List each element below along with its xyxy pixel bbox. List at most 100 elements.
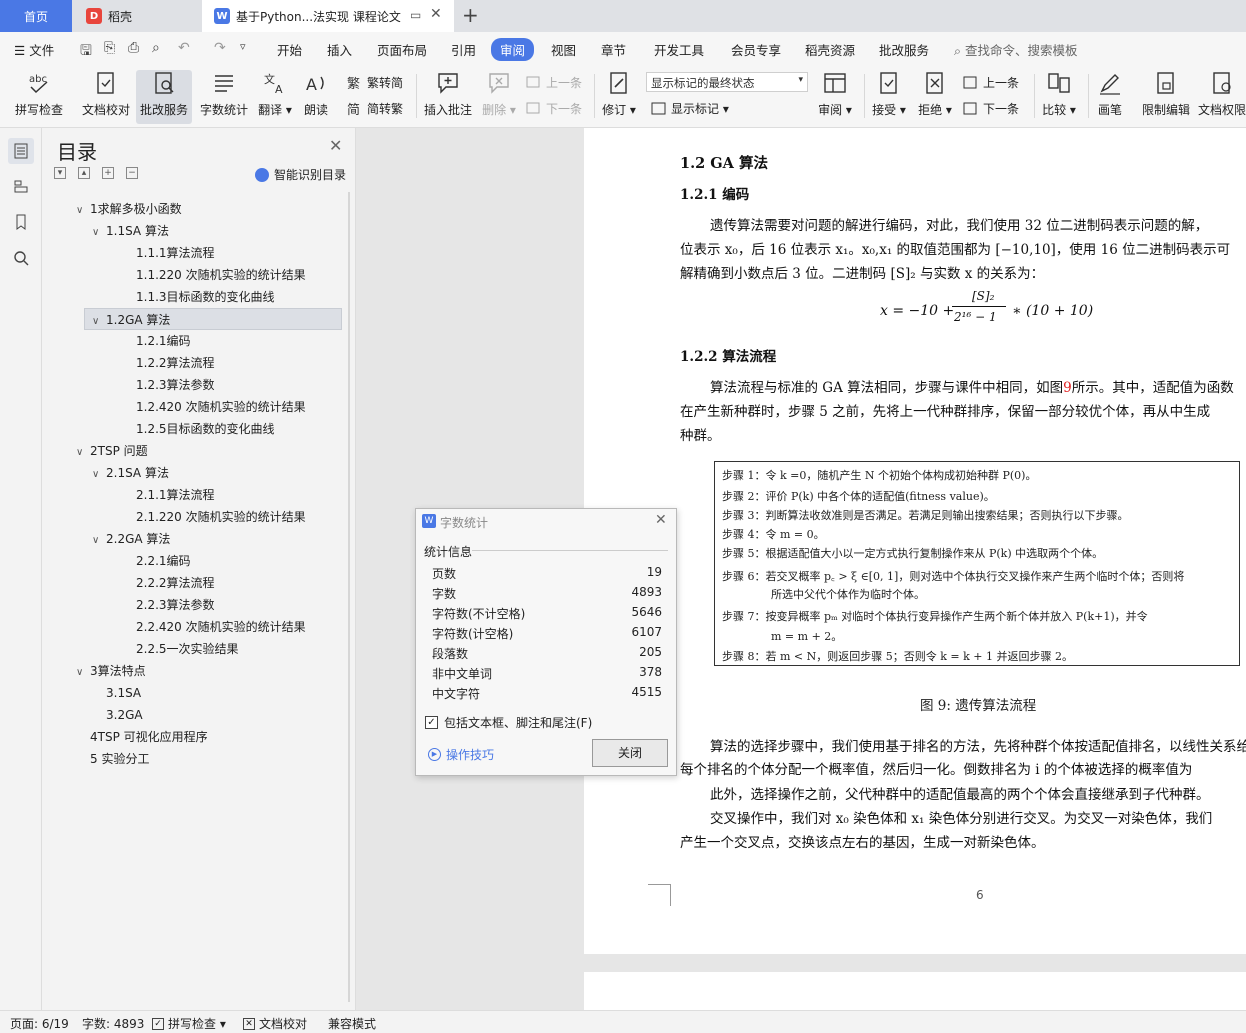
toc-item[interactable]: 1.2.5目标函数的变化曲线	[122, 418, 275, 440]
include-textbox-checkbox[interactable]: ✓ 包括文本框、脚注和尾注(F)	[425, 714, 592, 731]
menu-daoke-resources[interactable]: 稻壳资源	[805, 40, 855, 59]
tab-daoke[interactable]: D 稻壳	[72, 0, 200, 32]
toc-item[interactable]: 2.2.420 次随机实验的统计结果	[122, 616, 306, 638]
spellcheck-button[interactable]: abc 拼写检查	[10, 70, 68, 124]
expand-up-icon[interactable]: ▴	[78, 167, 90, 179]
prev-comment-button[interactable]: 上一条	[526, 74, 582, 91]
menu-page-layout[interactable]: 页面布局	[377, 40, 427, 59]
chevron-down-icon[interactable]: ∨	[92, 464, 106, 486]
tab-document[interactable]: W 基于Python...法实现 课程论文 ▭ ✕	[202, 0, 454, 32]
tab-close-icon[interactable]: ✕	[430, 6, 442, 22]
accept-button[interactable]: 接受 ▾	[870, 70, 908, 124]
tips-link[interactable]: ▶ 操作技巧	[428, 746, 494, 763]
undo-icon[interactable]: ↶	[178, 40, 190, 56]
compare-button[interactable]: 比较 ▾	[1040, 70, 1078, 124]
toc-item[interactable]: 1.1.1算法流程	[122, 242, 215, 264]
read-aloud-button[interactable]: A 朗读	[300, 70, 332, 124]
toc-item[interactable]: 5 实验分工	[76, 748, 149, 770]
restrict-edit-button[interactable]: 限制编辑	[1140, 70, 1192, 124]
toc-item[interactable]: 1.2.420 次随机实验的统计结果	[122, 396, 306, 418]
command-search[interactable]: ⌕ 查找命令、搜索模板	[954, 40, 1078, 59]
show-markup-button[interactable]: 显示标记 ▾	[651, 100, 729, 117]
toc-item[interactable]: ∨ 1.1SA 算法	[92, 220, 169, 242]
word-count-button[interactable]: 字数统计	[196, 70, 252, 124]
toc-item[interactable]: ∨ 2.2GA 算法	[92, 528, 170, 550]
toc-item[interactable]: 2.2.1编码	[122, 550, 191, 572]
quick-access-dropdown-icon[interactable]: ▿	[240, 40, 246, 53]
chevron-down-icon[interactable]: ∨	[76, 442, 90, 464]
smart-toc-button[interactable]: 智能识别目录	[255, 166, 346, 183]
toc-item[interactable]: ∨ 2.1SA 算法	[92, 462, 169, 484]
chevron-down-icon[interactable]: ∨	[76, 662, 90, 684]
toc-item[interactable]: ∨ 2TSP 问题	[76, 440, 148, 462]
toc-item[interactable]: ∨ 1求解多极小函数	[76, 198, 182, 220]
chapter-nav-icon[interactable]	[8, 173, 34, 199]
translate-button[interactable]: 文A 翻译 ▾	[256, 70, 294, 124]
trad-to-simp-button[interactable]: 繁繁转简	[347, 74, 403, 91]
export-pdf-icon[interactable]: ⎘	[104, 40, 115, 56]
menu-start[interactable]: 开始	[277, 40, 302, 59]
collapse-all-icon[interactable]: ▾	[54, 167, 66, 179]
pen-button[interactable]: 画笔	[1094, 70, 1126, 124]
spellcheck-status[interactable]: ✓ 拼写检查 ▾	[152, 1015, 226, 1032]
bookmark-icon[interactable]	[8, 209, 34, 235]
toc-item[interactable]: ∨ 3算法特点	[76, 660, 146, 682]
document-page[interactable]: 1.2 GA 算法 1.2.1 编码 遗传算法需要对问题的解进行编码，对此，我们…	[584, 128, 1246, 954]
toc-item[interactable]: ∨ 1.2GA 算法	[84, 308, 342, 330]
close-icon[interactable]: ✕	[655, 512, 667, 528]
doc-check-status[interactable]: ✕ 文档校对	[243, 1015, 307, 1032]
toc-item[interactable]: 1.2.3算法参数	[122, 374, 215, 396]
review-pane-button[interactable]: 审阅 ▾	[816, 70, 854, 124]
chevron-down-icon[interactable]: ∨	[92, 311, 106, 333]
print-preview-icon[interactable]: ⌕	[152, 40, 160, 56]
simp-to-trad-button[interactable]: 简简转繁	[347, 100, 403, 117]
new-tab-icon[interactable]: +	[462, 3, 479, 27]
toc-pane-icon[interactable]	[8, 138, 34, 164]
toc-scrollbar[interactable]	[348, 192, 350, 1002]
markup-state-select[interactable]: 显示标记的最终状态 ▾	[646, 72, 808, 92]
search-icon[interactable]	[8, 245, 34, 271]
revise-button[interactable]: 修订 ▾	[600, 70, 638, 124]
word-count-indicator[interactable]: 字数: 4893	[82, 1015, 144, 1032]
menu-insert[interactable]: 插入	[327, 40, 352, 59]
next-document-page[interactable]	[584, 972, 1246, 1012]
toc-item[interactable]: 3.1SA	[92, 682, 141, 704]
print-icon[interactable]: ⎙	[128, 40, 139, 56]
menu-review[interactable]: 审阅	[491, 38, 535, 61]
menu-file[interactable]: ☰ 文件	[14, 40, 54, 59]
toc-item[interactable]: 2.1.220 次随机实验的统计结果	[122, 506, 306, 528]
toc-item[interactable]: 2.2.2算法流程	[122, 572, 215, 594]
tab-home[interactable]: 首页	[0, 0, 72, 32]
doc-permission-button[interactable]: 文档权限	[1198, 70, 1246, 124]
toc-item[interactable]: 3.2GA	[92, 704, 143, 726]
menu-correction-service[interactable]: 批改服务	[879, 40, 929, 59]
menu-dev-tools[interactable]: 开发工具	[654, 40, 704, 59]
toc-item[interactable]: 4TSP 可视化应用程序	[76, 726, 208, 748]
next-comment-button[interactable]: 下一条	[526, 100, 582, 117]
toc-item[interactable]: 1.1.220 次随机实验的统计结果	[122, 264, 306, 286]
toc-item[interactable]: 1.2.1编码	[122, 330, 191, 352]
menu-view[interactable]: 视图	[551, 40, 576, 59]
toc-item[interactable]: 2.1.1算法流程	[122, 484, 215, 506]
correction-service-button[interactable]: 批改服务	[136, 70, 192, 124]
toc-item[interactable]: 2.2.3算法参数	[122, 594, 215, 616]
menu-member[interactable]: 会员专享	[731, 40, 781, 59]
prev-revision-button[interactable]: 上一条	[963, 74, 1019, 91]
chevron-down-icon[interactable]: ∨	[92, 530, 106, 552]
close-button[interactable]: 关闭	[592, 739, 668, 767]
figure-reference-link[interactable]: 9	[1063, 380, 1072, 396]
delete-comment-button[interactable]: 删除 ▾	[480, 70, 518, 124]
insert-comment-button[interactable]: 插入批注	[422, 70, 474, 124]
menu-chapter[interactable]: 章节	[601, 40, 626, 59]
redo-icon[interactable]: ↷	[214, 40, 226, 56]
toc-item[interactable]: 1.1.3目标函数的变化曲线	[122, 286, 275, 308]
chevron-down-icon[interactable]: ∨	[92, 222, 106, 244]
remove-heading-icon[interactable]: −	[126, 167, 138, 179]
add-heading-icon[interactable]: +	[102, 167, 114, 179]
tab-float-icon[interactable]: ▭	[410, 8, 421, 22]
save-icon[interactable]: 🖫	[80, 40, 92, 64]
close-icon[interactable]: ✕	[329, 136, 342, 155]
chevron-down-icon[interactable]: ∨	[76, 200, 90, 222]
menu-reference[interactable]: 引用	[451, 40, 476, 59]
reject-button[interactable]: 拒绝 ▾	[916, 70, 954, 124]
